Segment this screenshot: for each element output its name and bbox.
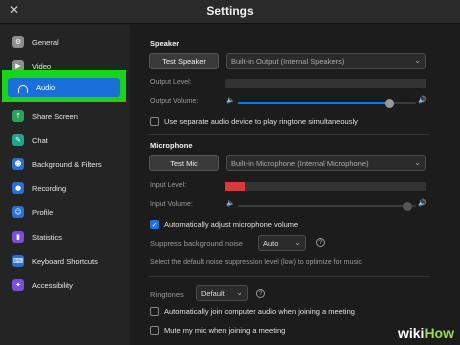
watermark-part-how: How — [424, 325, 454, 341]
statistics-icon: ▮ — [12, 231, 24, 243]
accessibility-icon: ✦ — [12, 279, 24, 291]
watermark-part-wiki: wiki — [397, 325, 425, 341]
sidebar-item-accessibility[interactable]: ✦ Accessibility — [12, 276, 73, 294]
info-icon[interactable]: ? — [316, 238, 325, 247]
separate-ringtone-checkbox[interactable] — [150, 117, 159, 126]
input-level-meter — [225, 182, 426, 191]
chevron-down-icon: ⌄ — [294, 238, 301, 247]
output-level-meter — [225, 79, 426, 88]
speaker-section-title: Speaker — [150, 39, 180, 48]
sidebar-item-label: Audio — [36, 83, 56, 92]
mute-mic-checkbox[interactable] — [150, 326, 159, 335]
info-icon[interactable]: ? — [256, 289, 265, 298]
mic-low-icon: 🔈 — [226, 199, 235, 207]
microphone-section-title: Microphone — [150, 141, 193, 150]
sidebar-item-general[interactable]: ⚙ General — [12, 33, 59, 51]
input-volume-fill — [238, 205, 408, 207]
sidebar-item-label: Recording — [32, 183, 67, 193]
auto-adjust-label: Automatically adjust microphone volume — [164, 220, 299, 229]
chevron-down-icon: ⌄ — [236, 288, 243, 297]
chevron-down-icon: ⌄ — [414, 56, 421, 65]
speaker-low-icon: 🔈 — [226, 96, 235, 104]
input-level-label: Input Level: — [150, 182, 187, 189]
separate-ringtone-label: Use separate audio device to play ringto… — [164, 117, 358, 126]
chevron-down-icon: ⌄ — [414, 158, 421, 167]
sidebar-item-background-filters[interactable]: ☻ Background & Filters — [12, 155, 102, 173]
input-volume-label: Input Volume: — [150, 201, 193, 208]
sidebar-item-label: Profile — [32, 207, 54, 217]
test-speaker-button[interactable]: Test Speaker — [149, 53, 219, 69]
sidebar-item-profile[interactable]: ☺ Profile — [12, 203, 53, 221]
keyboard-icon: ⌨ — [12, 255, 24, 267]
sidebar-item-label: Statistics — [32, 232, 63, 242]
sidebar-item-keyboard-shortcuts[interactable]: ⌨ Keyboard Shortcuts — [12, 252, 98, 270]
microphone-device-value: Built-in Microphone (Internal Microphone… — [231, 158, 369, 168]
output-level-label: Output Level: — [150, 79, 192, 86]
wikihow-watermark: wikiHow — [398, 325, 454, 341]
recording-icon: ● — [12, 182, 24, 194]
share-screen-icon: ↑ — [12, 110, 24, 122]
auto-adjust-checkbox[interactable]: ✓ — [150, 220, 159, 229]
sidebar-item-label: Accessibility — [32, 280, 73, 290]
title-bar: ✕ Settings — [0, 0, 460, 24]
output-volume-label: Output Volume: — [150, 98, 199, 105]
output-volume-slider[interactable] — [238, 98, 416, 108]
sidebar-item-label: Keyboard Shortcuts — [32, 256, 98, 266]
chat-icon: ✎ — [12, 134, 24, 146]
gear-icon: ⚙ — [12, 36, 24, 48]
speaker-high-icon: 🔊 — [418, 96, 427, 104]
sidebar-item-recording[interactable]: ● Recording — [12, 179, 66, 197]
mute-mic-label: Mute my mic when joining a meeting — [164, 326, 286, 335]
ringtones-label: Ringtones — [150, 290, 184, 299]
ringtones-select[interactable]: Default ⌄ — [196, 285, 248, 301]
sidebar-item-label: Share Screen — [32, 111, 78, 121]
section-divider — [148, 134, 430, 135]
suppress-noise-hint: Select the default noise suppression lev… — [150, 259, 363, 266]
suppress-noise-label: Suppress background noise — [150, 239, 243, 248]
sidebar-item-label: Background & Filters — [32, 159, 102, 169]
suppress-noise-value: Auto — [263, 238, 279, 248]
profile-icon: ☺ — [12, 206, 24, 218]
test-mic-button[interactable]: Test Mic — [149, 155, 219, 171]
background-icon: ☻ — [12, 158, 24, 170]
headphones-icon — [18, 84, 28, 93]
sidebar-item-label: Chat — [32, 135, 48, 145]
output-volume-fill — [238, 102, 390, 104]
speaker-device-value: Built-in Output (Internal Speakers) — [231, 56, 345, 66]
sidebar-item-label: General — [32, 37, 59, 47]
output-volume-knob[interactable] — [384, 98, 394, 108]
input-level-fill — [225, 182, 246, 191]
microphone-device-select[interactable]: Built-in Microphone (Internal Microphone… — [226, 155, 426, 171]
auto-join-audio-label: Automatically join computer audio when j… — [164, 307, 355, 316]
suppress-noise-select[interactable]: Auto ⌄ — [258, 235, 306, 251]
mic-high-icon: 🔊 — [418, 199, 427, 207]
sidebar-item-share-screen[interactable]: ↑ Share Screen — [12, 107, 78, 125]
audio-settings-panel: Speaker Test Speaker Built-in Output (In… — [130, 25, 460, 345]
section-divider — [148, 276, 430, 277]
sidebar-item-chat[interactable]: ✎ Chat — [12, 131, 48, 149]
window-title: Settings — [206, 4, 254, 18]
input-volume-slider[interactable] — [238, 201, 416, 211]
speaker-device-select[interactable]: Built-in Output (Internal Speakers) ⌄ — [226, 53, 426, 69]
auto-join-audio-checkbox[interactable] — [150, 307, 159, 316]
sidebar-item-audio[interactable]: Audio — [8, 78, 120, 97]
ringtones-value: Default — [201, 288, 225, 298]
sidebar-item-statistics[interactable]: ▮ Statistics — [12, 228, 62, 246]
input-volume-knob[interactable] — [402, 201, 412, 211]
